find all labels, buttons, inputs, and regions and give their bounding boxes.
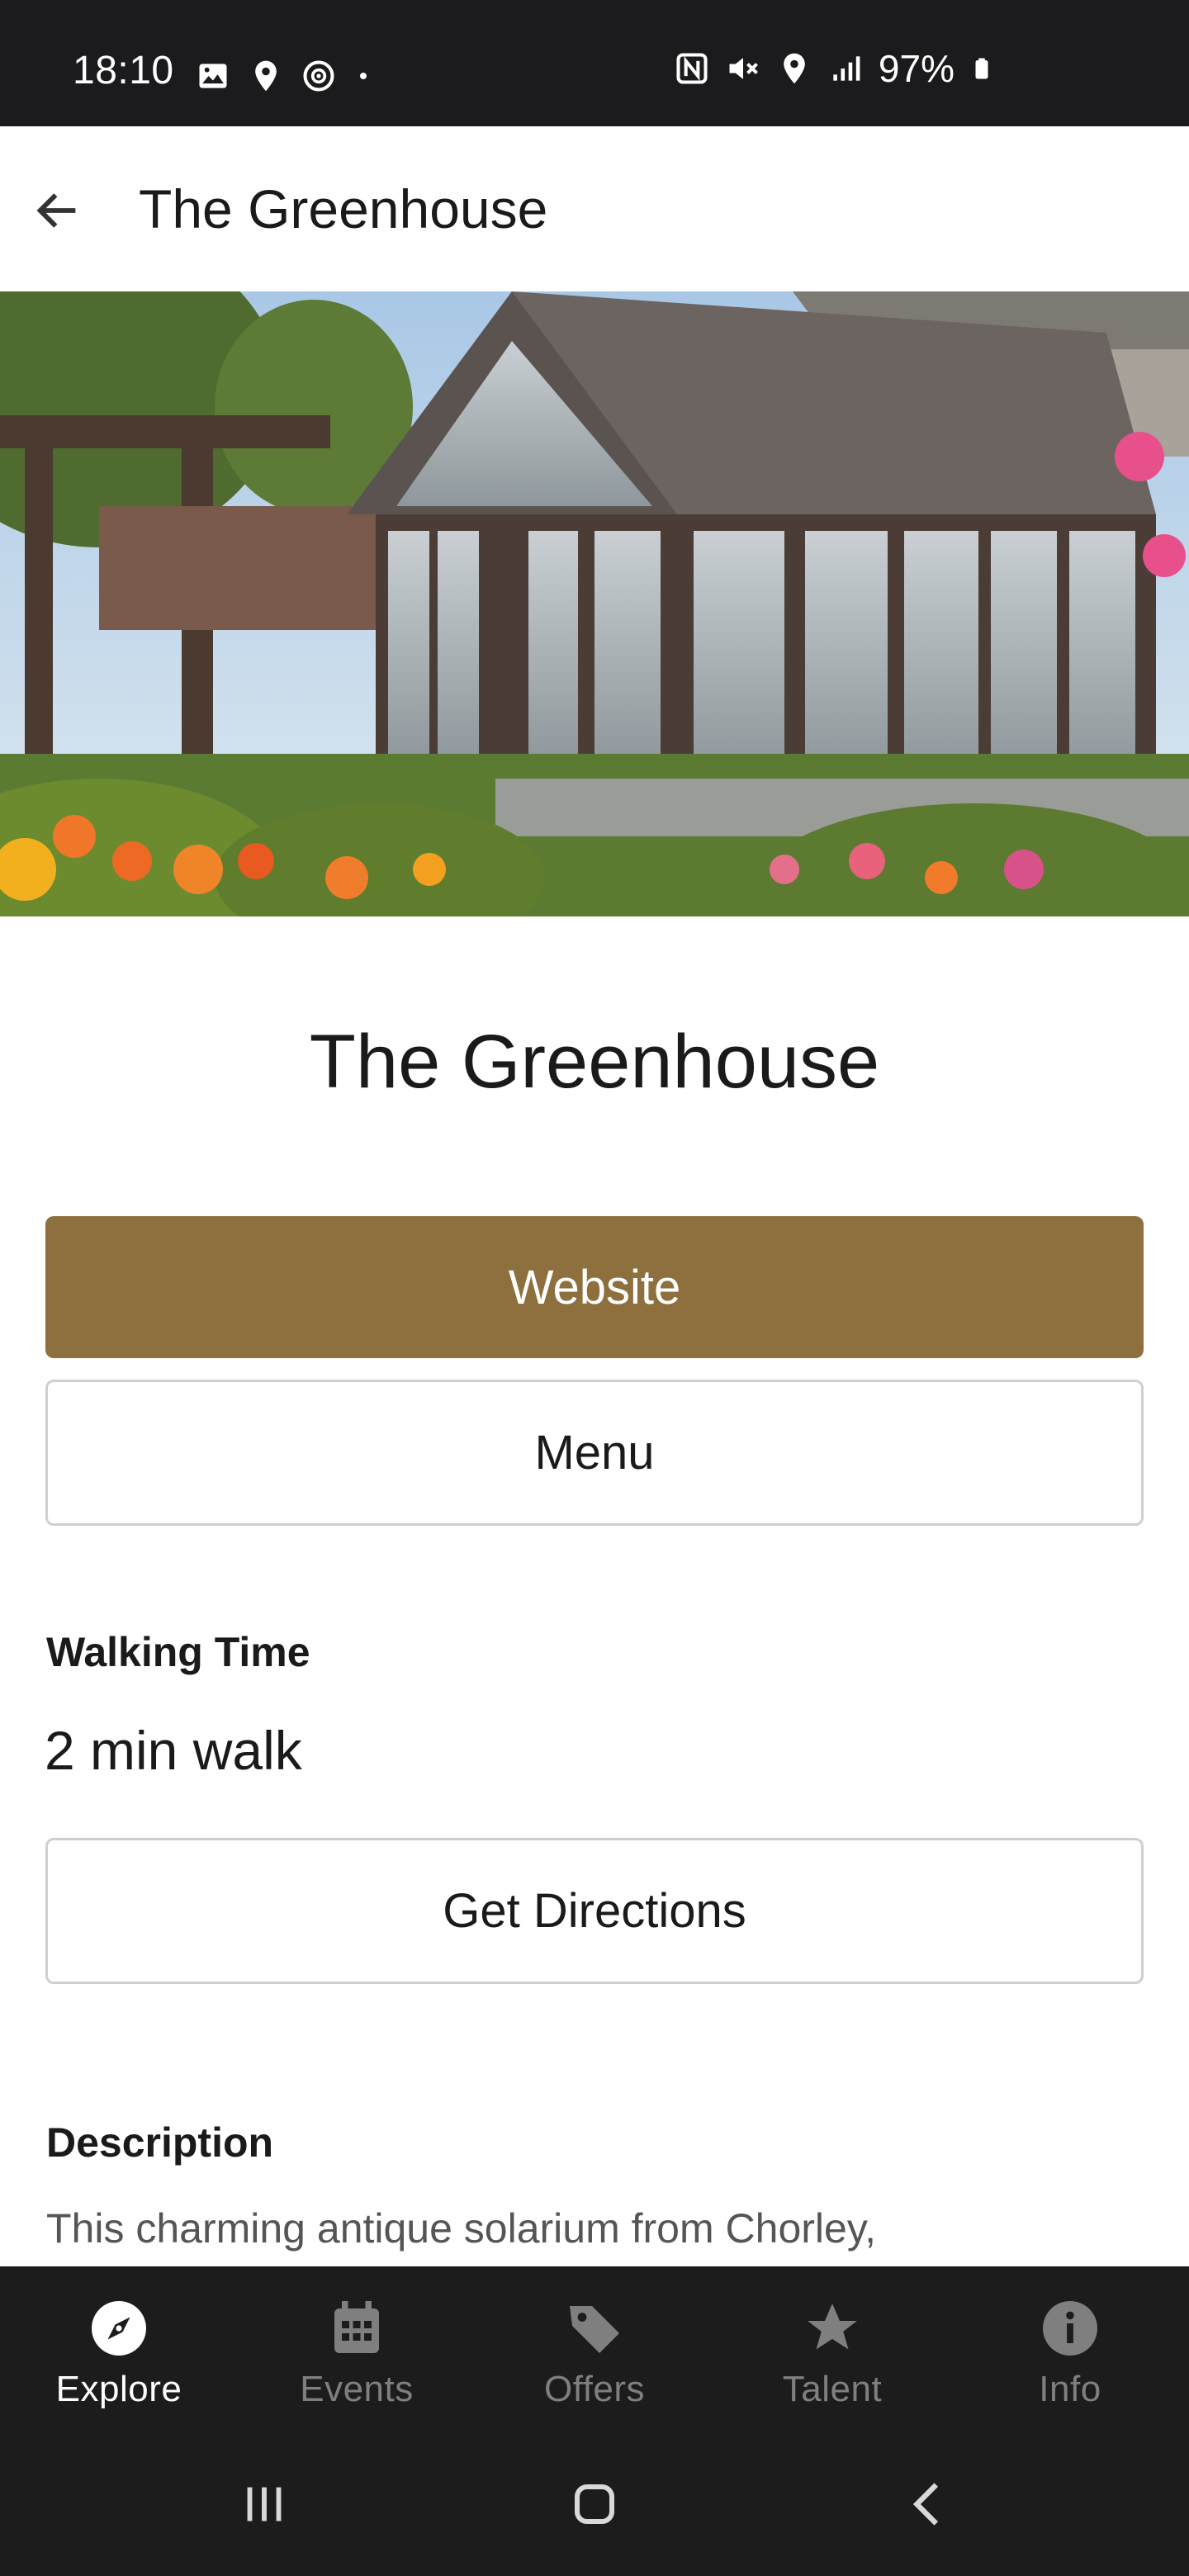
battery-icon: [975, 58, 988, 79]
status-notification-icons: [195, 58, 373, 94]
app-bar-title: The Greenhouse: [139, 178, 548, 239]
website-button-label: Website: [508, 1260, 681, 1314]
recent-apps-button[interactable]: [223, 2467, 306, 2541]
nav-talent[interactable]: Talent: [713, 2266, 951, 2434]
dot-icon: [360, 73, 367, 79]
info-icon: [1038, 2296, 1102, 2361]
bottom-navigation: Explore Events Offers Talent Info: [0, 2266, 1189, 2434]
signal-icon: [833, 56, 860, 81]
location-pin-icon: [255, 60, 277, 92]
walking-time-heading: Walking Time: [46, 1629, 310, 1675]
status-time: 18:10: [73, 49, 174, 92]
tag-icon: [562, 2296, 627, 2361]
app-bar: The Greenhouse: [0, 126, 1189, 291]
calendar-icon: [324, 2296, 389, 2361]
recent-apps-icon: [247, 2487, 282, 2522]
get-directions-button[interactable]: Get Directions: [45, 1838, 1144, 1984]
walking-time-value: 2 min walk: [45, 1720, 302, 1781]
nav-label: Events: [300, 2369, 414, 2409]
system-back-button[interactable]: [888, 2467, 970, 2541]
nav-events[interactable]: Events: [238, 2266, 476, 2434]
nav-label: Explore: [55, 2369, 182, 2409]
gallery-icon: [199, 64, 227, 88]
nav-label: Talent: [782, 2369, 883, 2409]
status-system-icons: 97%: [674, 46, 994, 91]
compass-icon: [87, 2296, 151, 2361]
nfc-icon: [676, 53, 708, 84]
system-navigation-bar: [0, 2434, 1189, 2576]
menu-button-label: Menu: [534, 1426, 655, 1480]
arrow-left-icon: [36, 193, 76, 228]
nav-offers[interactable]: Offers: [476, 2266, 713, 2434]
description-heading: Description: [46, 2119, 274, 2166]
back-button[interactable]: [23, 176, 92, 245]
nav-info[interactable]: Info: [951, 2266, 1189, 2434]
status-bar: 18:10 97%: [0, 0, 1189, 126]
home-button[interactable]: [553, 2467, 636, 2541]
home-icon: [575, 2484, 614, 2524]
nav-label: Offers: [543, 2369, 645, 2409]
nav-label: Info: [1039, 2369, 1101, 2409]
star-icon: [800, 2296, 865, 2361]
nav-explore[interactable]: Explore: [0, 2266, 238, 2434]
hero-image: [0, 291, 1189, 916]
menu-button[interactable]: Menu: [45, 1380, 1144, 1526]
battery-percent: 97%: [878, 47, 955, 90]
chevron-left-icon: [912, 2483, 939, 2526]
location-icon: [784, 53, 805, 84]
description-text: This charming antique solarium from Chor…: [46, 2205, 877, 2252]
place-title: The Greenhouse: [309, 1020, 880, 1104]
website-button[interactable]: Website: [45, 1216, 1144, 1358]
greenhouse-photo: [0, 291, 1189, 916]
get-directions-label: Get Directions: [443, 1884, 746, 1938]
sync-icon: [303, 60, 334, 92]
mute-icon: [729, 58, 758, 79]
